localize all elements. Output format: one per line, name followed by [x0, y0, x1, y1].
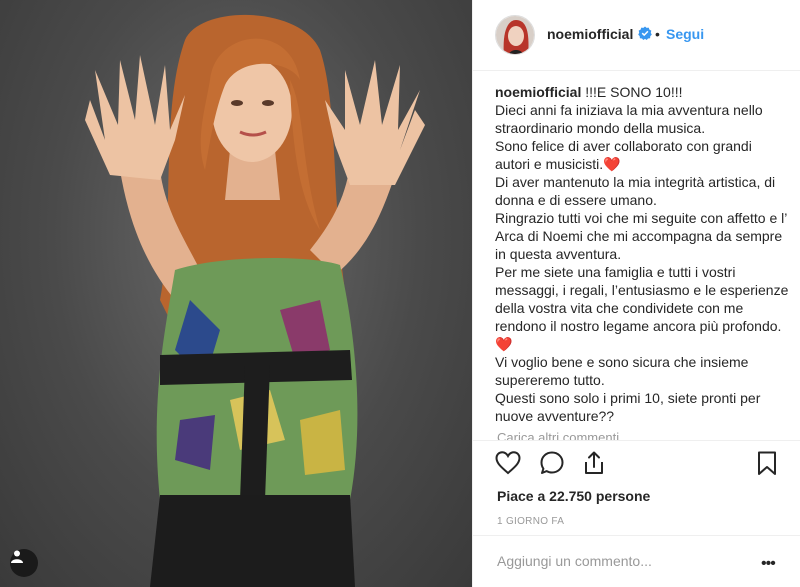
caption-line: noemiofficial !!!E SONO 10!!!: [495, 83, 790, 101]
caption-line: Di aver mantenuto la mia integrità artis…: [495, 174, 776, 208]
share-icon[interactable]: [581, 450, 607, 476]
comment-icon[interactable]: [539, 450, 565, 476]
more-options-icon[interactable]: •••: [761, 555, 776, 573]
caption-author-link[interactable]: noemiofficial: [495, 84, 581, 100]
bookmark-icon[interactable]: [754, 450, 780, 476]
avatar[interactable]: [495, 15, 535, 55]
load-more-comments-link[interactable]: Carica altri commenti: [497, 430, 619, 440]
user-tag-icon[interactable]: [10, 549, 38, 577]
caption-line: Ringrazio tutti voi che mi seguite con a…: [495, 210, 787, 262]
username-link[interactable]: noemiofficial: [547, 26, 633, 42]
follow-button[interactable]: Segui: [666, 26, 704, 42]
caption-line: Dieci anni fa iniziava la mia avventura …: [495, 102, 763, 136]
post-side-panel: noemiofficial • Segui noemiofficial !!!E…: [472, 0, 800, 587]
post-caption: noemiofficial !!!E SONO 10!!! Dieci anni…: [495, 83, 790, 438]
caption-line: Questi sono solo i primi 10, siete pront…: [495, 390, 761, 424]
woman-photo-illustration: [85, 14, 425, 587]
heart-icon[interactable]: [495, 450, 521, 476]
caption-line: Sono felice di aver collaborato con gran…: [495, 138, 752, 172]
likes-count[interactable]: Piace a 22.750 persone: [497, 488, 650, 504]
caption-line: Per me siete una famiglia e tutti i vost…: [495, 264, 789, 352]
action-bar: [495, 450, 781, 478]
divider: [473, 440, 800, 441]
post-timestamp[interactable]: 1 GIORNO FA: [497, 516, 564, 527]
divider: [473, 535, 800, 536]
comment-input[interactable]: [497, 553, 737, 569]
caption-text: !!!E SONO 10!!!: [585, 84, 683, 100]
caption-line: Vi voglio bene e sono sicura che insieme…: [495, 354, 749, 388]
post-photo[interactable]: [0, 0, 472, 587]
separator-dot: •: [655, 26, 660, 42]
verified-badge-icon: [638, 26, 652, 40]
post-header: noemiofficial • Segui: [473, 0, 800, 71]
